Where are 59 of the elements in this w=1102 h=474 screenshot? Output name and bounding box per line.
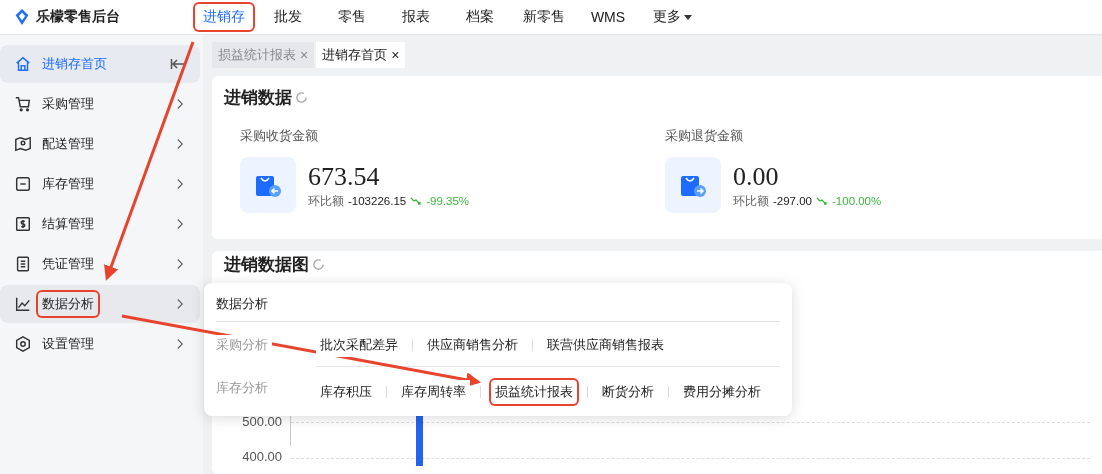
dollar-icon bbox=[14, 215, 32, 233]
menu-link[interactable]: 损益统计报表 bbox=[491, 379, 577, 404]
sidebar-label: 数据分析 bbox=[38, 292, 98, 316]
nav-tab[interactable]: 报表 bbox=[387, 4, 445, 30]
sidebar-label: 库存管理 bbox=[42, 175, 95, 193]
sidebar-item[interactable]: 采购管理 bbox=[0, 85, 200, 123]
sidebar-item[interactable]: 进销存首页 bbox=[0, 45, 200, 83]
page-tab[interactable]: 进销存首页 × bbox=[316, 42, 406, 68]
stat-label: 采购收货金额 bbox=[240, 127, 319, 145]
app-title: 乐檬零售后台 bbox=[36, 8, 120, 26]
sidebar-item[interactable]: 结算管理 bbox=[0, 205, 200, 243]
nav-tab[interactable]: WMS bbox=[579, 4, 637, 30]
stat-label: 采购退货金额 bbox=[665, 127, 744, 145]
tab-label: 进销存首页 bbox=[322, 46, 388, 64]
compare-percent: -99.35% bbox=[426, 195, 470, 207]
collapse-icon[interactable] bbox=[170, 56, 186, 72]
sidebar-label: 凭证管理 bbox=[42, 255, 95, 273]
section-title: 进销数据图 bbox=[224, 254, 309, 276]
stat-value: 0.00 bbox=[733, 161, 780, 192]
hexagon-icon bbox=[14, 335, 32, 353]
nav-tab[interactable]: 档案 bbox=[451, 4, 509, 30]
axis-label: 400.00 bbox=[242, 449, 282, 464]
box-icon bbox=[14, 175, 32, 193]
nav-tab[interactable]: 更多 bbox=[643, 4, 701, 30]
nav-tab[interactable]: 新零售 bbox=[515, 4, 573, 30]
sidebar-item[interactable]: 数据分析 bbox=[0, 285, 200, 323]
compare-amount: -297.00 bbox=[773, 195, 812, 207]
cart-icon bbox=[14, 95, 32, 113]
compare-percent: -100.00% bbox=[832, 195, 882, 207]
nav-tab[interactable]: 进销存 bbox=[195, 4, 253, 30]
home-icon bbox=[14, 55, 32, 73]
sidebar-label: 配送管理 bbox=[42, 135, 95, 153]
axis-label: 500.00 bbox=[242, 414, 282, 429]
nav-tab[interactable]: 批发 bbox=[259, 4, 317, 30]
nav-tab[interactable]: 零售 bbox=[323, 4, 381, 30]
sidebar-label: 设置管理 bbox=[42, 335, 95, 353]
sidebar-item[interactable]: 配送管理 bbox=[0, 125, 200, 163]
stat-value: 673.54 bbox=[308, 161, 381, 192]
compare-label: 环比额 bbox=[733, 193, 769, 209]
close-button[interactable]: × bbox=[391, 47, 400, 63]
sidebar-item[interactable]: 凭证管理 bbox=[0, 245, 200, 283]
sidebar-item[interactable]: 库存管理 bbox=[0, 165, 200, 203]
compare-label: 环比额 bbox=[308, 193, 344, 209]
sidebar-label: 结算管理 bbox=[42, 215, 95, 233]
bag-icon bbox=[240, 157, 296, 213]
document-icon bbox=[14, 255, 32, 273]
flyout-title: 数据分析 bbox=[216, 295, 780, 322]
tab-label: 损益统计报表 bbox=[218, 46, 296, 64]
chart-icon bbox=[14, 295, 32, 313]
section-title: 进销数据 bbox=[224, 87, 292, 109]
map-icon bbox=[14, 135, 32, 153]
logo-icon bbox=[13, 8, 31, 26]
bag-icon bbox=[665, 157, 721, 213]
sidebar-label: 进销存首页 bbox=[42, 55, 108, 73]
refresh-icon[interactable] bbox=[295, 91, 308, 104]
refresh-icon[interactable] bbox=[312, 258, 325, 271]
sidebar-item[interactable]: 设置管理 bbox=[0, 325, 200, 363]
compare-amount: -103226.15 bbox=[348, 195, 407, 207]
sidebar-label: 采购管理 bbox=[42, 95, 95, 113]
